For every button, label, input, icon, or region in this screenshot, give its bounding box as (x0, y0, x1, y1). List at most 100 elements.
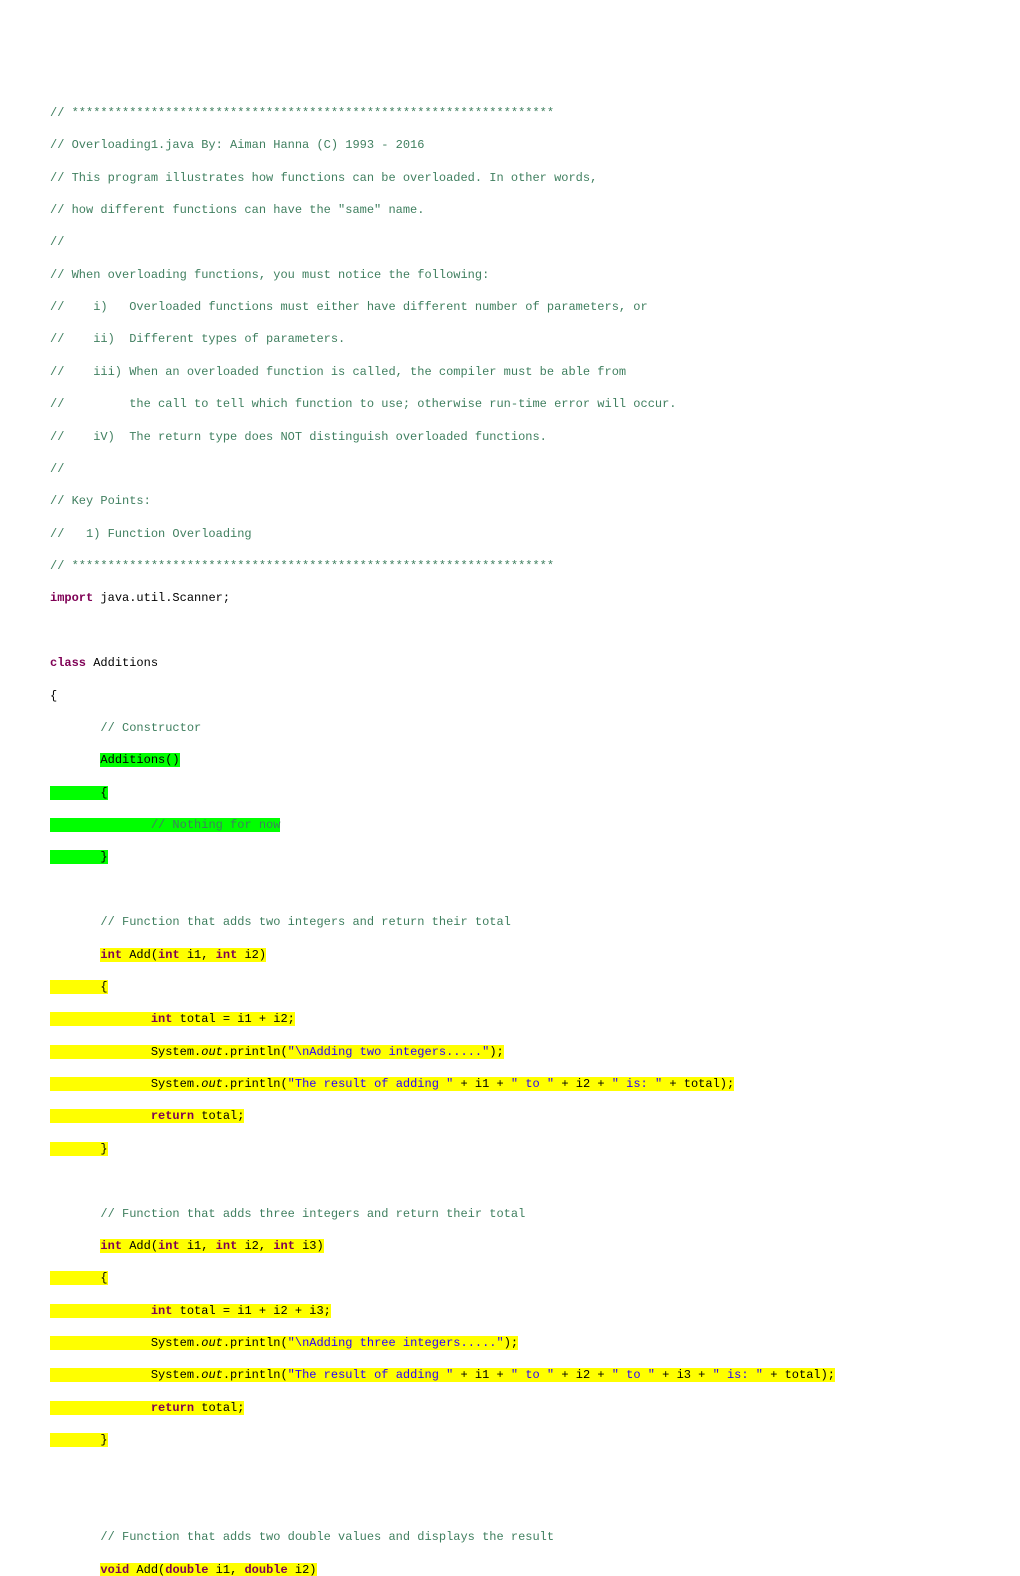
blank-line (50, 1465, 970, 1481)
void-keyword: void (100, 1563, 129, 1576)
int-keyword: int (100, 1239, 122, 1253)
blank-line (50, 882, 970, 898)
indent (50, 1433, 100, 1447)
return-val: total; (194, 1401, 244, 1415)
fn-add-double-sig: void Add(double i1, double i2) (50, 1562, 970, 1576)
import-keyword: import (50, 591, 93, 605)
string-literal: " is: " (612, 1077, 662, 1091)
int-keyword: int (158, 1239, 180, 1253)
out: out (201, 1336, 223, 1350)
comment-line: // (50, 234, 970, 250)
code-block: // *************************************… (50, 89, 970, 1576)
comment-line: // i) Overloaded functions must either h… (50, 299, 970, 315)
constructor-name: Additions() (100, 753, 179, 767)
indent (50, 818, 151, 832)
constructor-sig: Additions() (50, 752, 970, 768)
close: ); (489, 1045, 503, 1059)
fn-name: Add( (129, 1563, 165, 1576)
indent (50, 1239, 100, 1253)
concat: + i1 + (453, 1368, 511, 1382)
param: i1, (180, 948, 216, 962)
indent (50, 1077, 151, 1091)
brace: { (100, 980, 107, 994)
indent (50, 1271, 100, 1285)
comment-line: // *************************************… (50, 558, 970, 574)
param: i2, (237, 1239, 273, 1253)
comment-line: // Key Points: (50, 493, 970, 509)
println: .println( (223, 1336, 288, 1350)
indent (50, 1401, 151, 1415)
constructor-open: { (50, 785, 970, 801)
return-keyword: return (151, 1401, 194, 1415)
concat: + total); (763, 1368, 835, 1382)
fn-body: int total = i1 + i2 + i3; (50, 1303, 970, 1319)
blank-line (50, 1497, 970, 1513)
constructor-close: } (50, 849, 970, 865)
indent (50, 1045, 151, 1059)
comment-line: // This program illustrates how function… (50, 170, 970, 186)
double-keyword: double (244, 1563, 287, 1576)
system: System. (151, 1045, 201, 1059)
import-line: import java.util.Scanner; (50, 590, 970, 606)
fn-body: System.out.println("The result of adding… (50, 1076, 970, 1092)
double-keyword: double (165, 1563, 208, 1576)
concat: + total); (662, 1077, 734, 1091)
out: out (201, 1077, 223, 1091)
constructor-body-comment: // Nothing for now (151, 818, 281, 832)
int-keyword: int (216, 948, 238, 962)
string-literal: " is: " (713, 1368, 763, 1382)
indent (50, 948, 100, 962)
return-val: total; (194, 1109, 244, 1123)
string-literal: "\nAdding three integers....." (288, 1336, 504, 1350)
comment-line: // 1) Function Overloading (50, 526, 970, 542)
comment-line: // the call to tell which function to us… (50, 396, 970, 412)
println: .println( (223, 1045, 288, 1059)
brace: } (100, 1433, 107, 1447)
string-literal: "The result of adding " (288, 1077, 454, 1091)
println: .println( (223, 1368, 288, 1382)
fn-comment: // Function that adds two double values … (50, 1529, 970, 1545)
fn-name: Add( (122, 1239, 158, 1253)
blank-line (50, 623, 970, 639)
fn-add-int2-sig: int Add(int i1, int i2) (50, 947, 970, 963)
fn-body: System.out.println("\nAdding two integer… (50, 1044, 970, 1060)
fn-body: int total = i1 + i2; (50, 1011, 970, 1027)
class-keyword: class (50, 656, 86, 670)
fn-close: } (50, 1432, 970, 1448)
out: out (201, 1368, 223, 1382)
string-literal: "\nAdding two integers....." (288, 1045, 490, 1059)
println: .println( (223, 1077, 288, 1091)
brace: } (100, 850, 107, 864)
constructor-body: // Nothing for now (50, 817, 970, 833)
param: i1, (208, 1563, 244, 1576)
concat: + i2 + (554, 1368, 612, 1382)
string-literal: " to " (511, 1368, 554, 1382)
indent (50, 1304, 151, 1318)
assign: total = i1 + i2; (172, 1012, 294, 1026)
fn-name: Add( (122, 948, 158, 962)
open-brace: { (50, 688, 970, 704)
comment-line: // iV) The return type does NOT distingu… (50, 429, 970, 445)
int-keyword: int (216, 1239, 238, 1253)
indent (50, 850, 100, 864)
concat: + i1 + (453, 1077, 511, 1091)
fn-body: System.out.println("The result of adding… (50, 1367, 970, 1383)
indent (50, 753, 100, 767)
param: i2) (237, 948, 266, 962)
constructor-comment: // Constructor (50, 720, 970, 736)
concat: + i3 + (655, 1368, 713, 1382)
assign: total = i1 + i2 + i3; (172, 1304, 330, 1318)
fn-body: System.out.println("\nAdding three integ… (50, 1335, 970, 1351)
out: out (201, 1045, 223, 1059)
comment-line: // *************************************… (50, 105, 970, 121)
fn-return: return total; (50, 1108, 970, 1124)
fn-open: { (50, 1270, 970, 1286)
string-literal: " to " (612, 1368, 655, 1382)
indent (50, 980, 100, 994)
indent (50, 1012, 151, 1026)
indent (50, 1368, 151, 1382)
string-literal: "The result of adding " (288, 1368, 454, 1382)
comment-line: // iii) When an overloaded function is c… (50, 364, 970, 380)
concat: + i2 + (554, 1077, 612, 1091)
class-decl: class Additions (50, 655, 970, 671)
